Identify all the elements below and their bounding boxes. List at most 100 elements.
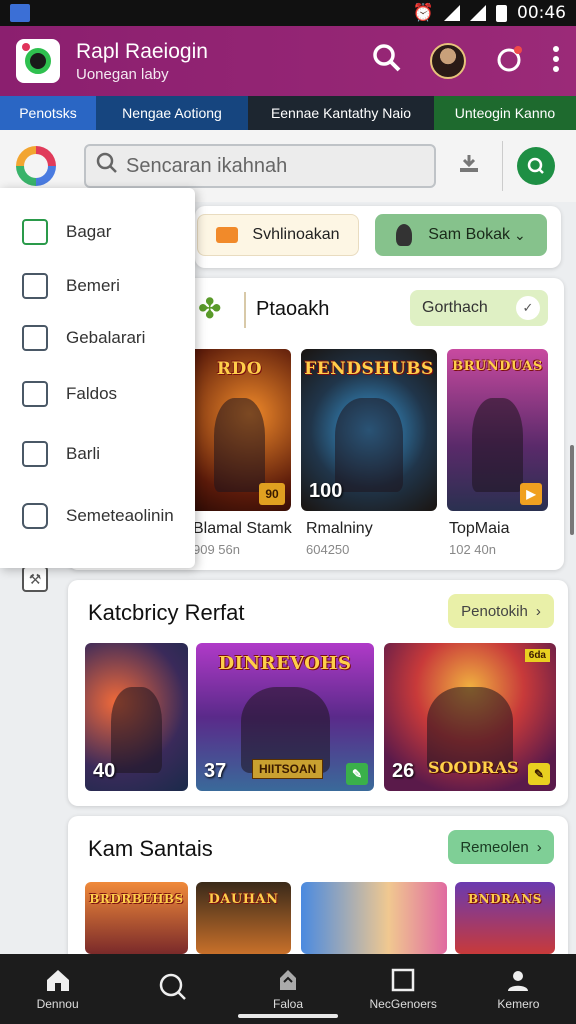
nav-home[interactable]: Dennou: [0, 954, 115, 1024]
game-tile-10[interactable]: BNDRANS: [455, 882, 555, 954]
game-tile-4[interactable]: 40: [85, 643, 188, 791]
nav-label: Dennou: [36, 997, 79, 1011]
game-count: 100: [309, 480, 343, 502]
game-name: Blamal Stamk: [193, 520, 292, 537]
drawer-item-label: Bagar: [66, 222, 112, 241]
game-tile-5[interactable]: DINREVOHS HIITSOAN 37 ✎: [196, 643, 374, 791]
avatar[interactable]: [430, 43, 466, 79]
game-logo: DAUHAN: [208, 892, 279, 907]
status-bar: ⏰ 00:46: [0, 0, 576, 26]
game-count: 40: [93, 760, 116, 782]
featured-title: Ptaoakh: [256, 298, 330, 320]
side-drawer: Bagar Bemeri Gebalarari Faldos Barli Sem…: [0, 188, 195, 568]
game-banner: SOODRAS: [428, 758, 519, 777]
section-action-label: Penotokih: [461, 602, 528, 620]
nav-label: Faloa: [272, 997, 304, 1011]
bulb-icon: [396, 224, 413, 246]
tab-3[interactable]: Eennae Kantathy Naio: [248, 96, 434, 130]
drawer-item-1[interactable]: Bagar: [22, 212, 111, 252]
filter-dropdown[interactable]: Sam Bokak ⌄: [375, 214, 547, 256]
game-art: [472, 397, 523, 492]
download-icon[interactable]: [458, 153, 480, 179]
game-logo: BRDRBEHBS: [89, 892, 184, 906]
nav-label: Kemero: [497, 997, 540, 1011]
section-action-button[interactable]: Penotokih ›: [448, 594, 554, 628]
refresh-icon: [22, 441, 48, 467]
drawer-item-2[interactable]: Bemeri: [22, 266, 120, 306]
section-title: Katcbricy Rerfat: [88, 600, 245, 625]
drawer-item-4[interactable]: Faldos: [22, 374, 117, 414]
chevron-right-icon: ›: [535, 602, 541, 620]
drawer-item-label: Faldos: [66, 384, 118, 403]
section-action-label: Remeolen: [460, 838, 529, 856]
section-title: Kam Santais: [88, 836, 213, 861]
divider: [244, 292, 246, 328]
rail-tools-icon[interactable]: ⚒: [22, 566, 48, 592]
game-name: Rmalniny: [306, 520, 373, 537]
rating-badge: 90: [259, 483, 285, 505]
home-icon: [45, 967, 71, 993]
drawer-item-5[interactable]: Barli: [22, 434, 100, 474]
tools-icon: ✤: [198, 293, 222, 324]
game-art: [213, 397, 266, 492]
game-tile-6[interactable]: SOODRAS 6da 26 ✎: [384, 643, 556, 791]
alarm-icon: ⏰: [412, 3, 434, 23]
home-icon: [22, 219, 48, 245]
game-tile-9[interactable]: [301, 882, 447, 954]
game-art: [335, 397, 403, 492]
game-tile-2[interactable]: FENDSHUBS 100: [301, 349, 437, 511]
search-box[interactable]: [84, 144, 436, 188]
drawer-item-label: Bemeri: [66, 276, 120, 295]
notifications-icon[interactable]: [494, 44, 524, 79]
search-go-button[interactable]: [517, 147, 555, 185]
clock: 00:46: [517, 3, 566, 23]
game-tile-3[interactable]: BRUNDUAS ▶: [447, 349, 548, 511]
game-logo: BRUNDUAS: [452, 359, 543, 374]
nav-label: NecGenoers: [369, 997, 437, 1011]
tag-icon: [216, 227, 239, 243]
tab-bar: Penotsks Nengae Aotiong Eennae Kantathy …: [0, 96, 576, 130]
play-icon: ✎: [346, 763, 368, 785]
library-icon: [276, 967, 300, 993]
game-tile-7[interactable]: BRDRBEHBS: [85, 882, 188, 954]
brand-icon[interactable]: [16, 146, 56, 186]
scrollbar[interactable]: [570, 445, 574, 535]
game-banner: HIITSOAN: [252, 759, 324, 779]
more-menu-icon[interactable]: [552, 45, 560, 78]
wifi-icon: [444, 5, 460, 21]
search-icon: [159, 973, 187, 1000]
game-tile-8[interactable]: DAUHAN: [196, 882, 291, 954]
nav-profile[interactable]: Kemero: [461, 954, 576, 1024]
drawer-item-3[interactable]: Gebalarari: [22, 318, 145, 358]
tab-1[interactable]: Penotsks: [0, 96, 96, 130]
app-title: Rapl Raeiogin: [76, 39, 208, 63]
home-indicator[interactable]: [238, 1014, 338, 1018]
tab-2[interactable]: Nengae Aotiong: [96, 96, 248, 130]
game-logo: RDO: [216, 359, 263, 379]
game-count: 26: [392, 760, 415, 782]
chevron-down-icon: ⌄: [514, 226, 526, 243]
checkbox-icon: [22, 381, 48, 407]
nav-categories[interactable]: NecGenoers: [346, 954, 461, 1024]
section-action-button[interactable]: Remeolen ›: [448, 830, 554, 864]
app-notification-icon: [10, 4, 30, 22]
tag-icon: [22, 325, 48, 351]
featured-action-button[interactable]: Gorthach ✓: [410, 290, 548, 326]
search-input[interactable]: [126, 154, 416, 178]
game-tile-1[interactable]: RDO 90: [188, 349, 291, 511]
person-icon: [506, 967, 530, 993]
game-count: 37: [204, 760, 227, 782]
filter-chip-primary[interactable]: Svhlinoakan: [197, 214, 359, 256]
nav-search[interactable]: [115, 954, 230, 1024]
search-icon[interactable]: [372, 43, 402, 80]
drawer-item-6[interactable]: Semeteaolinin: [22, 496, 174, 536]
game-logo: BNDRANS: [468, 892, 542, 906]
app-logo-icon[interactable]: [16, 39, 60, 83]
filter-chip-primary-label: Svhlinoakan: [252, 226, 340, 243]
game-meta: 102 40n: [449, 542, 496, 557]
drawer-item-label: Barli: [66, 444, 101, 463]
signal-icon: [470, 5, 486, 21]
check-icon: ✓: [516, 296, 540, 320]
tab-4[interactable]: Unteogin Kanno: [434, 96, 576, 130]
divider: [502, 141, 503, 191]
